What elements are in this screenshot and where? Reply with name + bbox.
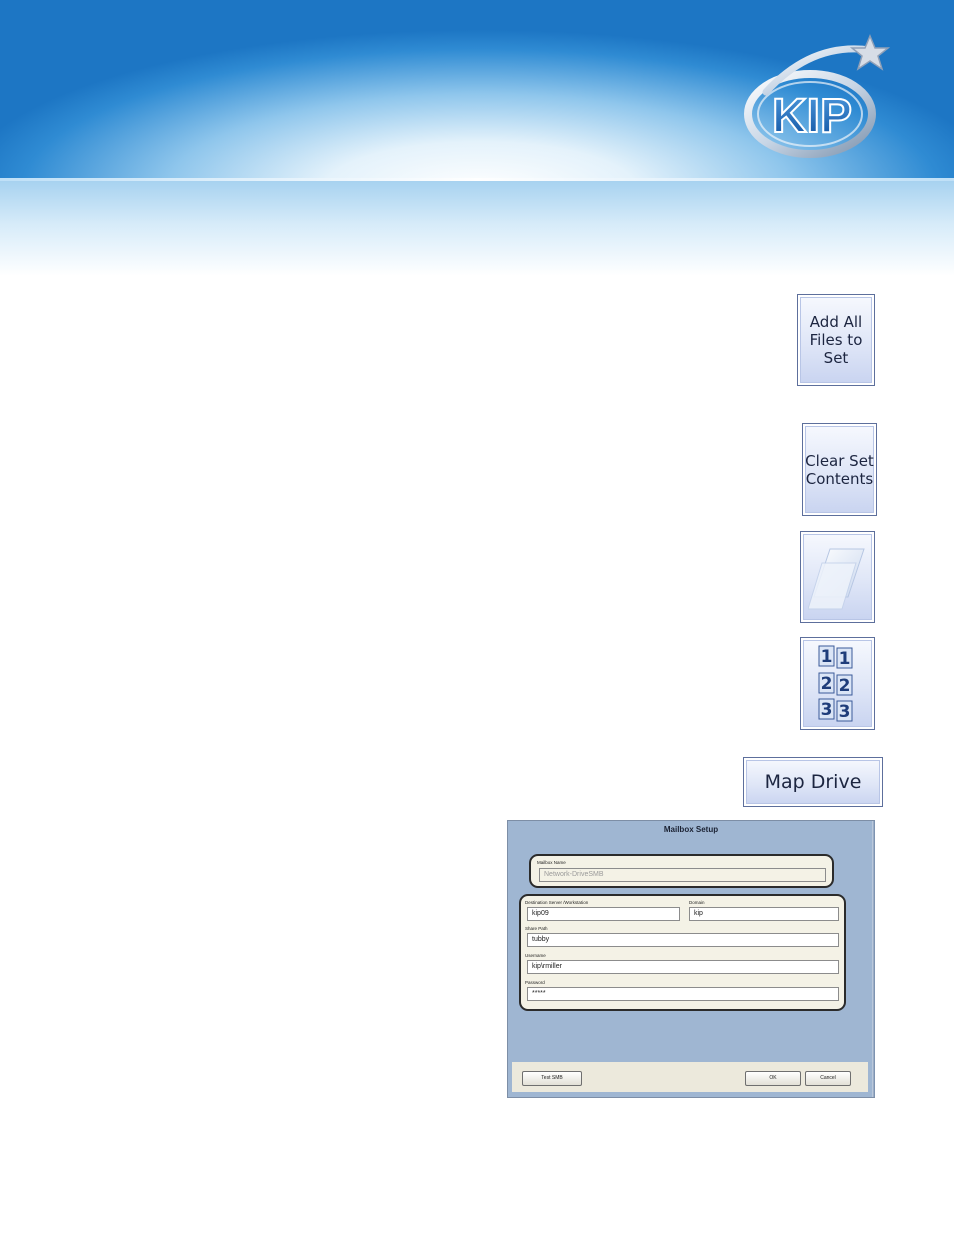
mailbox-name-field[interactable]: Network-DriveSMB <box>539 868 826 882</box>
mailbox-setup-dialog: Mailbox Setup Mailbox Name Network-Drive… <box>507 820 875 1098</box>
share-path-field[interactable]: tubby <box>527 933 839 947</box>
username-label: Username <box>525 953 546 958</box>
cancel-button[interactable]: Cancel <box>805 1071 851 1086</box>
collate-number: 3 <box>820 700 832 720</box>
password-field[interactable]: ***** <box>527 987 839 1001</box>
collate-numbers-icon: 1 1 2 2 3 3 <box>818 645 858 723</box>
page-stack-icon <box>807 539 868 615</box>
header-fade <box>0 181 954 276</box>
add-all-files-button[interactable]: Add All Files to Set <box>797 294 875 386</box>
map-drive-button[interactable]: Map Drive <box>743 757 883 807</box>
dialog-footer: Test SMB OK Cancel <box>512 1062 868 1092</box>
domain-field[interactable]: kip <box>689 907 839 921</box>
collate-number: 1 <box>820 647 832 667</box>
collate-number: 2 <box>838 676 850 696</box>
password-label: Password <box>525 980 545 985</box>
logo-text: KIP <box>772 90 852 143</box>
connection-group: Destination Server /Workstation kip09 Do… <box>519 894 846 1011</box>
collate-button[interactable]: 1 1 2 2 3 3 <box>800 637 875 730</box>
dialog-title: Mailbox Setup <box>663 825 719 834</box>
collate-number: 3 <box>838 702 850 722</box>
mailbox-name-label: Mailbox Name <box>537 860 566 865</box>
clear-set-contents-button[interactable]: Clear Set Contents <box>802 423 877 516</box>
add-all-files-label: Add All Files to Set <box>809 313 863 367</box>
destination-server-field[interactable]: kip09 <box>527 907 680 921</box>
clear-set-contents-label: Clear Set Contents <box>805 451 874 488</box>
mailbox-name-group: Mailbox Name Network-DriveSMB <box>529 854 834 888</box>
page-stack-button[interactable] <box>800 531 875 623</box>
collate-number: 1 <box>838 649 850 669</box>
collate-number: 2 <box>820 674 832 694</box>
domain-label: Domain <box>689 900 705 905</box>
share-path-label: Share Path <box>525 926 548 931</box>
username-field[interactable]: kip\rmiller <box>527 960 839 974</box>
dialog-edge <box>872 821 875 1097</box>
test-smb-button[interactable]: Test SMB <box>522 1071 582 1086</box>
map-drive-label: Map Drive <box>764 771 862 793</box>
destination-server-label: Destination Server /Workstation <box>525 900 589 905</box>
ok-button[interactable]: OK <box>745 1071 801 1086</box>
kip-logo: KIP <box>742 32 892 160</box>
